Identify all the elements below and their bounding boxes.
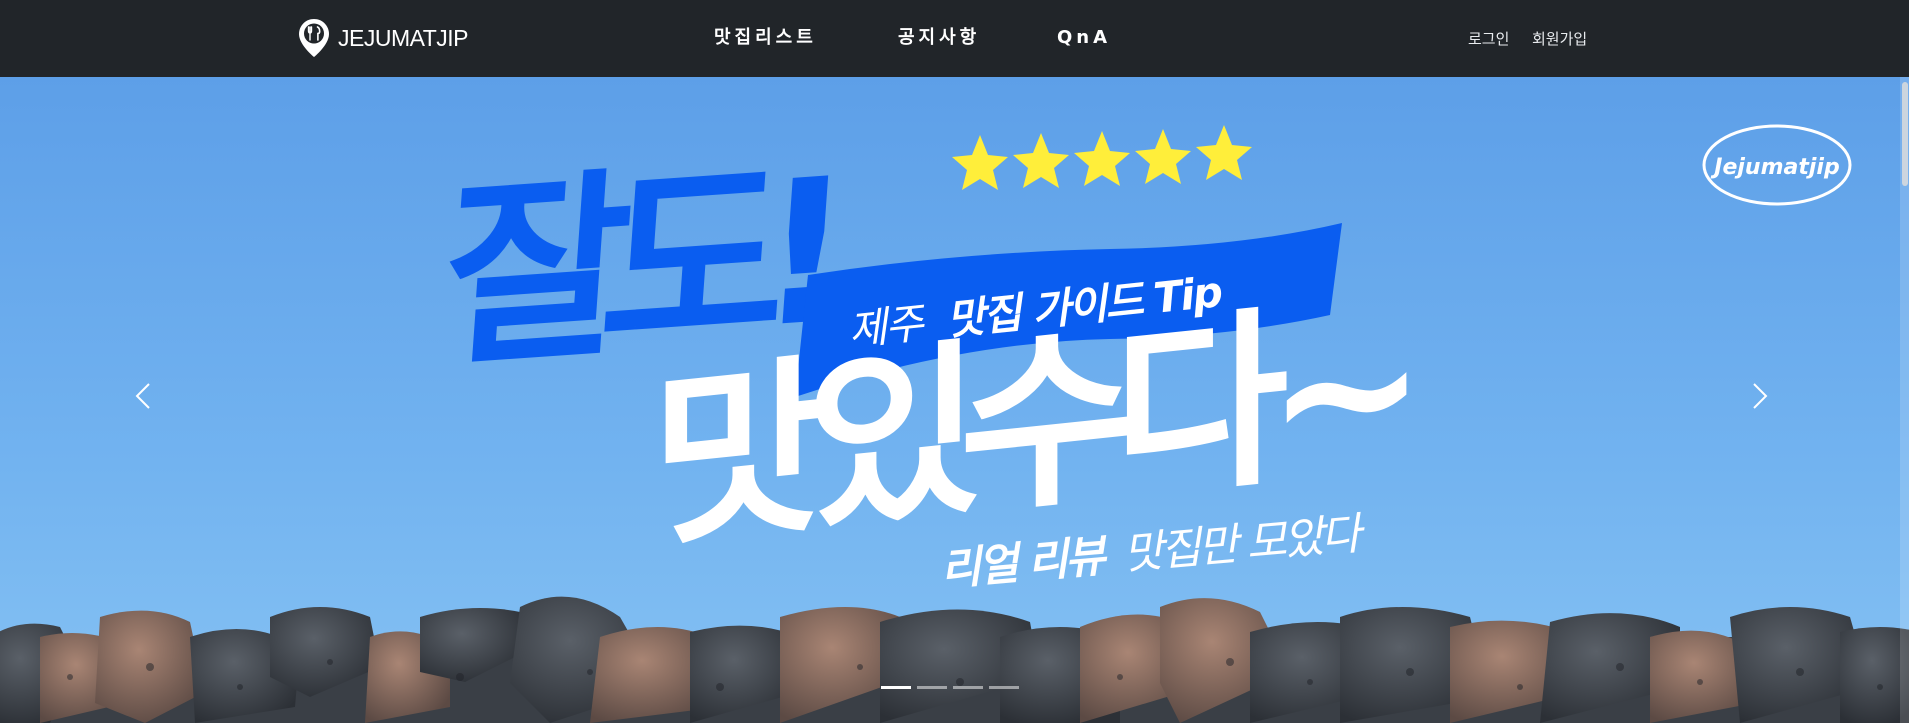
scrollbar-thumb[interactable] bbox=[1902, 82, 1908, 186]
carousel-indicator-4[interactable] bbox=[989, 686, 1019, 689]
carousel-indicator-2[interactable] bbox=[917, 686, 947, 689]
signup-link[interactable]: 회원가입 bbox=[1532, 27, 1587, 51]
chevron-right-icon bbox=[1753, 383, 1768, 409]
carousel-indicator-1[interactable] bbox=[881, 686, 911, 689]
page-scrollbar[interactable] bbox=[1900, 77, 1909, 723]
hero-carousel: 잘도! 제주 맛집 가이드 Tip 맛있수다~ 리얼 리뷰 맛집만 모았다 Je… bbox=[0, 77, 1909, 723]
carousel-indicator-3[interactable] bbox=[953, 686, 983, 689]
top-navbar: JEJUMATJIP 맛집리스트 공지사항 QnA 로그인 회원가입 bbox=[0, 0, 1909, 77]
carousel-next-button[interactable] bbox=[1730, 336, 1790, 456]
login-link[interactable]: 로그인 bbox=[1468, 27, 1509, 51]
nav-restaurant-list[interactable]: 맛집리스트 bbox=[714, 24, 817, 52]
chevron-left-icon bbox=[135, 383, 150, 409]
nav-notice[interactable]: 공지사항 bbox=[898, 24, 980, 52]
nav-qna[interactable]: QnA bbox=[1057, 24, 1111, 52]
carousel-indicators bbox=[881, 686, 1019, 689]
carousel-prev-button[interactable] bbox=[113, 336, 173, 456]
badge-text: Jejumatjip bbox=[1710, 155, 1839, 180]
map-pin-utensils-icon bbox=[299, 19, 329, 57]
hero-banner-image: 잘도! 제주 맛집 가이드 Tip 맛있수다~ 리얼 리뷰 맛집만 모았다 Je… bbox=[0, 77, 1909, 723]
basalt-rock-wall bbox=[0, 596, 1909, 723]
brand-name: JEJUMATJIP bbox=[338, 24, 469, 51]
brand-logo-link[interactable]: JEJUMATJIP bbox=[298, 18, 469, 58]
